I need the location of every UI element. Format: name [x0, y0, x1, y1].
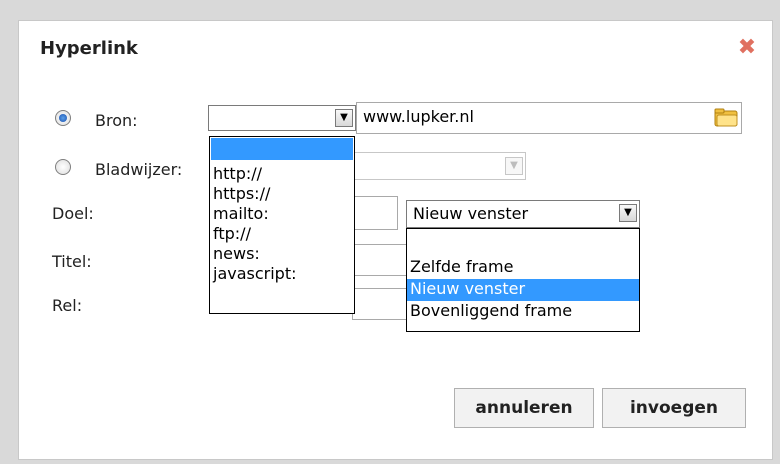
bladwijzer-label: Bladwijzer: [95, 160, 183, 179]
bookmark-select[interactable]: ▼ [352, 152, 526, 180]
protocol-option-ftp[interactable]: ftp:// [210, 224, 354, 244]
protocol-option-https[interactable]: https:// [210, 184, 354, 204]
target-option-new-window[interactable]: Nieuw venster [407, 279, 639, 301]
rel-input[interactable] [352, 288, 412, 320]
folder-icon[interactable] [714, 107, 738, 127]
protocol-option-http[interactable]: http:// [210, 164, 354, 184]
url-input-value: www.lupker.nl [363, 107, 474, 126]
protocol-select[interactable]: ▼ [208, 105, 356, 131]
doel-label: Doel: [52, 204, 94, 223]
protocol-dropdown-list: http:// https:// mailto: ftp:// news: ja… [209, 136, 355, 314]
bladwijzer-radio[interactable] [55, 159, 71, 175]
target-option-empty[interactable] [407, 233, 639, 257]
cancel-button[interactable]: annuleren [454, 388, 594, 428]
target-option-parent-frame[interactable]: Bovenliggend frame [407, 301, 639, 323]
close-icon[interactable]: ✖ [737, 37, 757, 59]
bron-radio[interactable] [55, 110, 71, 126]
titel-label: Titel: [52, 252, 92, 271]
target-input[interactable] [352, 196, 398, 230]
target-option-same-frame[interactable]: Zelfde frame [407, 257, 639, 279]
url-input[interactable]: www.lupker.nl [356, 102, 742, 134]
chevron-down-icon[interactable]: ▼ [335, 109, 353, 127]
rel-label: Rel: [52, 296, 83, 315]
protocol-option-empty[interactable] [211, 138, 353, 160]
protocol-option-news[interactable]: news: [210, 244, 354, 264]
protocol-option-javascript[interactable]: javascript: [210, 264, 354, 284]
chevron-down-icon[interactable]: ▼ [619, 204, 637, 222]
target-select[interactable]: Nieuw venster ▼ [406, 200, 640, 228]
chevron-down-icon[interactable]: ▼ [505, 157, 523, 175]
dialog-title: Hyperlink [40, 38, 138, 59]
protocol-option-mailto[interactable]: mailto: [210, 204, 354, 224]
title-input[interactable] [352, 244, 412, 276]
target-dropdown-list: Zelfde frame Nieuw venster Bovenliggend … [406, 228, 640, 332]
insert-button[interactable]: invoegen [602, 388, 746, 428]
bron-label: Bron: [95, 111, 138, 130]
target-select-value: Nieuw venster [413, 204, 529, 223]
